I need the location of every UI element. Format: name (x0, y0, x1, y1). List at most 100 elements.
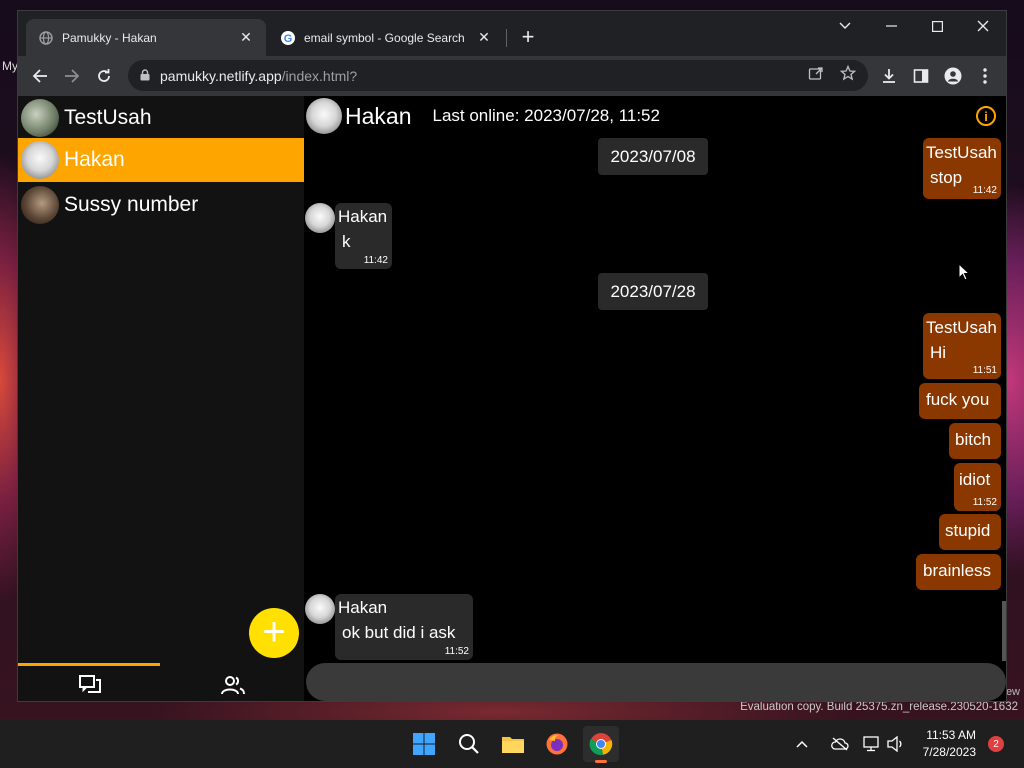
message-text: k (342, 232, 351, 251)
tab-close-icon[interactable]: ✕ (238, 29, 254, 46)
message-outgoing[interactable]: brainless (916, 554, 1001, 590)
desktop-icon-label: My (2, 59, 18, 73)
avatar[interactable] (306, 98, 342, 134)
share-icon[interactable] (807, 64, 825, 82)
svg-text:G: G (284, 33, 293, 45)
tab-search-chevron-icon[interactable] (822, 11, 868, 41)
message-sender: TestUsah (926, 143, 997, 162)
new-tab-button[interactable]: + (516, 24, 540, 50)
tab-pamukky[interactable]: Pamukky - Hakan ✕ (26, 19, 266, 56)
message-incoming[interactable]: Hakan k 11:42 (335, 203, 392, 269)
avatar (21, 99, 59, 137)
clock-date[interactable]: 7/28/2023 (912, 745, 976, 759)
active-tab-indicator (18, 663, 160, 666)
close-window-button[interactable] (960, 11, 1006, 41)
date-separator: 2023/07/28 (598, 273, 708, 310)
back-arrow-icon[interactable] (26, 62, 54, 90)
info-icon[interactable]: i (976, 106, 996, 126)
message-incoming[interactable]: Hakan ok but did i ask 11:52 (335, 594, 473, 660)
address-bar[interactable]: pamukky.netlify.app/index.html? (128, 60, 868, 91)
globe-icon (38, 30, 54, 46)
contacts-tab-icon[interactable] (161, 671, 304, 699)
message-time: 11:42 (363, 255, 388, 266)
network-icon[interactable] (860, 726, 884, 762)
reload-icon[interactable] (90, 62, 118, 90)
avatar (21, 141, 59, 179)
contact-name: Sussy number (64, 193, 199, 216)
windows-start-icon[interactable] (406, 726, 442, 762)
message-time: 11:52 (444, 646, 469, 657)
new-chat-button[interactable]: + (249, 608, 299, 658)
message-outgoing[interactable]: idiot 11:52 (954, 463, 1001, 511)
contact-name: TestUsah (64, 106, 152, 129)
browser-window: Pamukky - Hakan ✕ G email symbol - Googl… (17, 10, 1007, 702)
running-indicator (595, 760, 607, 763)
contacts-sidebar: TestUsah Hakan Sussy number + (18, 96, 304, 701)
message-sender: TestUsah (926, 318, 997, 337)
bottom-navigation (18, 663, 304, 701)
message-time: 11:42 (972, 185, 997, 196)
chrome-icon[interactable] (583, 726, 619, 763)
firefox-icon[interactable] (539, 726, 575, 762)
tab-separator (506, 29, 507, 47)
tab-title: email symbol - Google Search (304, 30, 465, 45)
maximize-button[interactable] (914, 11, 960, 41)
lock-icon (140, 68, 150, 84)
download-icon[interactable] (875, 62, 903, 90)
chats-tab-icon[interactable] (18, 671, 161, 699)
message-outgoing[interactable]: TestUsah Hi 11:51 (923, 313, 1001, 379)
last-online-status: Last online: 2023/07/28, 11:52 (432, 106, 660, 125)
side-panel-icon[interactable] (907, 62, 935, 90)
message-time: 11:51 (972, 365, 997, 376)
contact-testusah[interactable]: TestUsah (18, 96, 304, 140)
message-text: stupid (945, 521, 991, 540)
profile-icon[interactable] (939, 62, 967, 90)
tab-title: Pamukky - Hakan (62, 30, 157, 45)
google-icon: G (280, 30, 296, 46)
message-sender: Hakan (338, 598, 388, 617)
message-input[interactable] (306, 663, 1006, 701)
message-text: fuck you (926, 390, 990, 409)
avatar (21, 186, 59, 224)
message-text: bitch (955, 430, 991, 449)
desktop-text-fragment: ew (1005, 686, 1020, 698)
tab-strip: Pamukky - Hakan ✕ G email symbol - Googl… (18, 11, 1006, 56)
message-outgoing[interactable]: TestUsah stop 11:42 (923, 138, 1001, 199)
message-time: 11:52 (972, 497, 997, 508)
message-text: ok but did i ask (342, 623, 456, 642)
evaluation-watermark: Evaluation copy. Build 25375.zn_release.… (740, 701, 1018, 713)
file-explorer-icon[interactable] (495, 726, 531, 762)
chevron-up-icon[interactable] (792, 726, 812, 762)
search-icon[interactable] (451, 726, 487, 762)
volume-icon[interactable] (884, 726, 908, 762)
contact-hakan[interactable]: Hakan (18, 138, 304, 182)
web-page: TestUsah Hakan Sussy number + Hakan Last… (18, 96, 1006, 701)
message-text: idiot (959, 470, 991, 489)
message-outgoing[interactable]: bitch (949, 423, 1001, 459)
url-path: /index.html? (281, 67, 358, 84)
avatar (305, 203, 335, 233)
mouse-cursor-icon (958, 262, 971, 286)
tab-google-search[interactable]: G email symbol - Google Search ✕ (268, 19, 504, 56)
forward-arrow-icon[interactable] (58, 62, 86, 90)
chat-scrollbar[interactable] (1002, 601, 1006, 661)
contact-sussy-number[interactable]: Sussy number (18, 183, 304, 227)
notification-badge[interactable]: 2 (988, 736, 1004, 752)
url-host: pamukky.netlify.app (160, 67, 282, 84)
message-text: Hi (930, 343, 947, 362)
avatar (305, 594, 335, 624)
message-outgoing[interactable]: stupid (939, 514, 1001, 550)
date-separator: 2023/07/08 (598, 138, 708, 175)
browser-toolbar: pamukky.netlify.app/index.html? (18, 56, 1006, 96)
minimize-button[interactable] (868, 11, 914, 41)
taskbar: 11:53 AM 7/28/2023 2 (0, 720, 1024, 768)
tab-close-icon[interactable]: ✕ (476, 29, 492, 46)
chat-header: Hakan Last online: 2023/07/28, 11:52 i (304, 96, 1006, 136)
kebab-menu-icon[interactable] (971, 62, 999, 90)
message-outgoing[interactable]: fuck you (919, 383, 1001, 419)
message-text: brainless (923, 561, 992, 580)
clock-time[interactable]: 11:53 AM (912, 728, 976, 742)
chat-panel: Hakan Last online: 2023/07/28, 11:52 i T… (304, 96, 1006, 701)
bookmark-star-icon[interactable] (839, 64, 857, 82)
cloud-offline-icon[interactable] (828, 726, 852, 762)
